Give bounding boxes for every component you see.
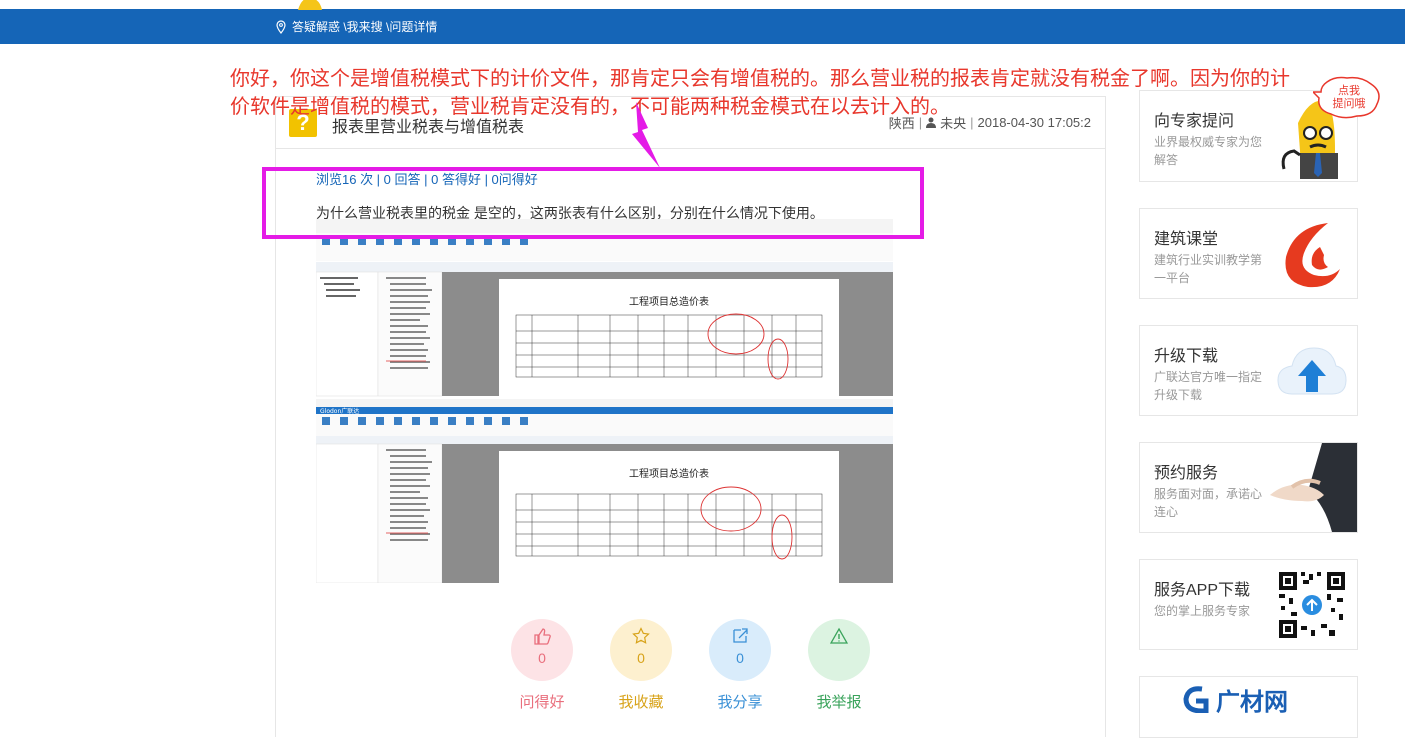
svg-text:点我: 点我 — [1338, 84, 1360, 97]
report-title-upper: 工程项目总造价表 — [629, 295, 709, 308]
favorite-button[interactable]: 0 我收藏 — [610, 619, 672, 712]
mascot-peek-icon — [298, 0, 322, 10]
warning-icon — [830, 627, 848, 644]
svg-text:提问哦: 提问哦 — [1333, 97, 1366, 110]
highlight-box — [262, 167, 924, 239]
sidebar-title: 预约服务 — [1154, 465, 1219, 482]
attached-screenshot[interactable]: 工程项目总造价表 Glodon广联达 工程项目总造价表 — [316, 219, 893, 583]
sidebar-title: 向专家提问 — [1154, 113, 1235, 130]
qr-code-icon — [1277, 570, 1347, 640]
report-title-lower: 工程项目总造价表 — [629, 467, 709, 480]
share-icon — [733, 628, 748, 643]
share-count: 0 — [736, 650, 744, 666]
location-pin-icon — [276, 19, 286, 34]
favorite-count: 0 — [637, 650, 645, 666]
cloud-upload-icon — [1277, 347, 1347, 395]
sidebar-item-appointment[interactable]: 预约服务 服务面对面，承诺心连心 — [1139, 442, 1358, 533]
sidebar-item-app-download[interactable]: 服务APP下载 您的掌上服务专家 — [1139, 559, 1358, 650]
ask-bubble-icon[interactable]: 点我 提问哦 — [1313, 76, 1383, 120]
share-button[interactable]: 0 我分享 — [709, 619, 771, 712]
svg-text:Glodon广联达: Glodon广联达 — [320, 407, 359, 415]
sidebar-title: 建筑课堂 — [1154, 231, 1219, 248]
annotation-arrow-icon — [632, 102, 660, 168]
top-nav-bar: 答疑解惑 \我来搜 \问题详情 — [0, 9, 1405, 44]
ask-good-button[interactable]: 0 问得好 — [511, 619, 573, 712]
sidebar-subtitle: 建筑行业实训教学第一平台 — [1154, 253, 1263, 285]
sidebar-item-upgrade[interactable]: 升级下载 广联达官方唯一指定升级下载 — [1139, 325, 1358, 416]
sidebar-subtitle: 广联达官方唯一指定升级下载 — [1154, 370, 1263, 402]
sidebar-subtitle: 您的掌上服务专家 — [1154, 604, 1251, 618]
sidebar-item-guangcai[interactable]: 广材网 — [1139, 676, 1358, 738]
annotation-text: 你好，你这个是增值税模式下的计价文件，那肯定只会有增值税的。那么营业税的报表肯定… — [230, 66, 1290, 118]
ask-good-count: 0 — [538, 650, 546, 666]
report-button[interactable]: 我举报 — [808, 619, 870, 712]
handshake-icon — [1262, 443, 1357, 532]
star-icon — [632, 627, 650, 644]
sidebar-title: 服务APP下载 — [1154, 582, 1251, 599]
sidebar-item-course[interactable]: 建筑课堂 建筑行业实训教学第一平台 — [1139, 208, 1358, 299]
course-logo-icon — [1285, 223, 1340, 288]
question-actions: 0 问得好 0 我收藏 0 我分享 我举报 — [511, 619, 891, 737]
thumbs-up-icon — [534, 628, 551, 645]
sidebar-subtitle: 服务面对面，承诺心连心 — [1154, 487, 1263, 519]
sidebar-title: 升级下载 — [1154, 348, 1219, 365]
sidebar-subtitle: 业界最权威专家为您解答 — [1154, 135, 1263, 167]
svg-text:广材网: 广材网 — [1216, 688, 1288, 713]
breadcrumb[interactable]: 答疑解惑 \我来搜 \问题详情 — [274, 9, 437, 44]
breadcrumb-text[interactable]: 答疑解惑 \我来搜 \问题详情 — [292, 18, 437, 35]
